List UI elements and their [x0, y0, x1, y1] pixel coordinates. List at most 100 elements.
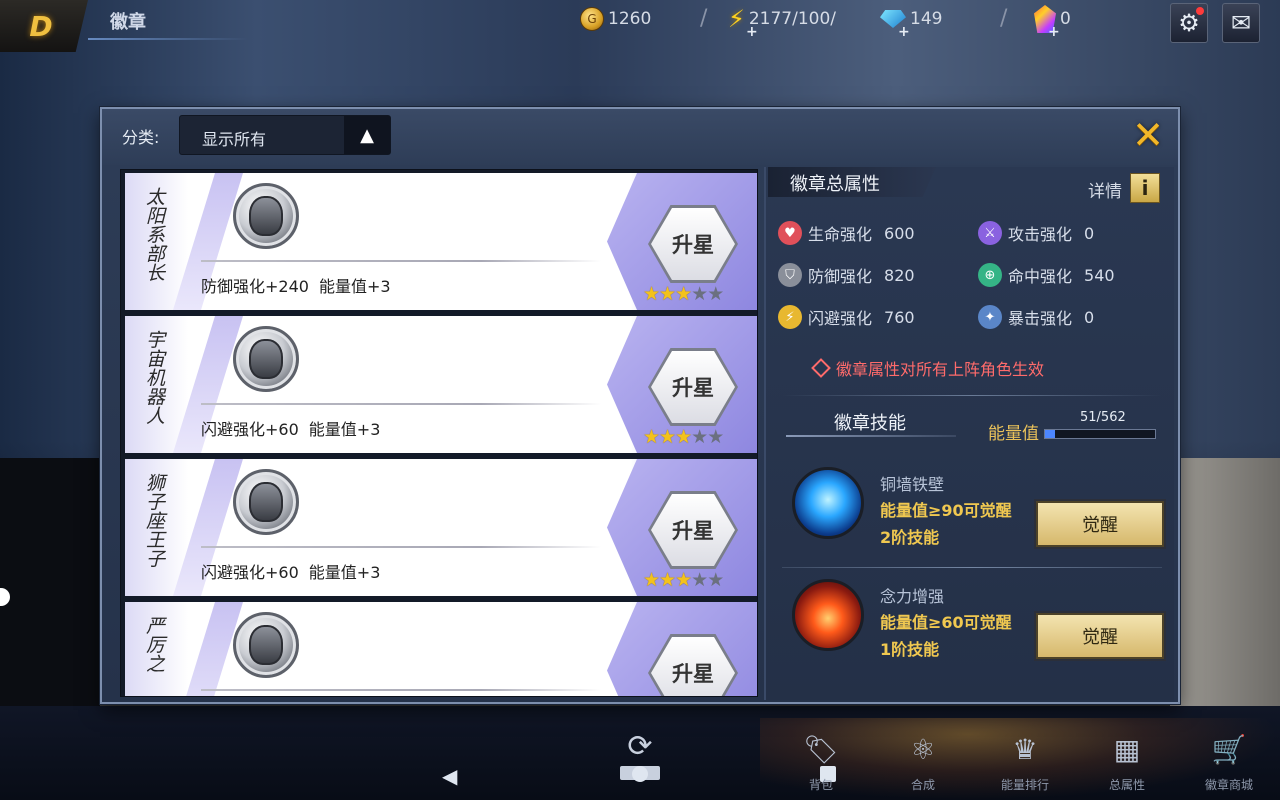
badge-name: 宇宙机器人: [143, 330, 165, 425]
back-logo-button[interactable]: D: [0, 0, 88, 52]
energy-progress-fill: [1045, 430, 1055, 438]
stat-defense: ⛉ 防御强化 820: [778, 263, 915, 287]
close-icon[interactable]: ✕: [1128, 115, 1168, 155]
category-select[interactable]: 显示所有 ▲: [179, 115, 391, 155]
heart-icon: ♥: [778, 221, 802, 245]
system-back-icon[interactable]: ◀: [442, 764, 457, 788]
skill-item: 铜墙铁壁 能量值≥90可觉醒2阶技能 觉醒: [790, 467, 1170, 567]
bolt-icon: ⚡: [778, 305, 802, 329]
rank-banner-icon: ♛: [1012, 733, 1038, 766]
title-underline: [88, 38, 248, 40]
gem-currency: 149: [880, 4, 942, 34]
skill-item: 念力增强 能量值≥60可觉醒1阶技能 觉醒: [790, 579, 1170, 679]
energy-label: 能量值: [988, 424, 1039, 444]
badge-card[interactable]: 宇宙机器人 闪避强化+60 能量值+3 升星 ★★★★★: [125, 316, 757, 453]
star-empty-icon: ★: [707, 569, 724, 591]
badge-name: 狮子座王子: [143, 473, 165, 568]
star-filled-icon: ★: [643, 283, 660, 305]
stat-attack: ⚔ 攻击强化 0: [978, 221, 1094, 245]
diamond-icon: [811, 358, 831, 378]
badge-attribute: 闪避强化+60 能量值+3: [201, 563, 381, 582]
mail-button[interactable]: ✉: [1222, 3, 1260, 43]
crystal-value: 0: [1060, 9, 1071, 29]
star-rating: ★★★★★: [643, 283, 724, 305]
star-rating: ★★★★★: [643, 426, 724, 448]
add-crystal-icon[interactable]: +: [1048, 24, 1060, 40]
summary-title: 徽章总属性: [790, 174, 880, 195]
star-filled-icon: ★: [675, 283, 692, 305]
stat-critical: ✦ 暴击强化 0: [978, 305, 1094, 329]
skill-desc: 能量值≥60可觉醒1阶技能: [880, 613, 1012, 659]
settings-button[interactable]: ⚙: [1170, 3, 1208, 43]
star-filled-icon: ★: [675, 426, 692, 448]
burst-icon: ✦: [978, 305, 1002, 329]
star-filled-icon: ★: [643, 569, 660, 591]
add-stamina-icon[interactable]: +: [746, 24, 758, 40]
badge-summary-panel: 徽章总属性 详情 i ♥ 生命强化 600 ⚔ 攻击强化 0 ⛉ 防御强化 82…: [764, 167, 1174, 700]
notification-dot: [1196, 7, 1204, 15]
system-home-icon[interactable]: [632, 766, 648, 782]
coin-value: 1260: [608, 9, 652, 29]
star-empty-icon: ★: [707, 426, 724, 448]
top-bar: D 徽章 G 1260 / ⚡ 2177/100/ + 149 + / 0 + …: [0, 0, 1280, 52]
mail-icon: ✉: [1230, 9, 1252, 37]
panel-header: 分类: 显示所有 ▲ ✕: [102, 109, 1178, 165]
coin-currency: G 1260: [580, 4, 651, 34]
separator: /: [700, 6, 708, 31]
stat-hp: ♥ 生命强化 600: [778, 221, 915, 245]
energy-value: 51/562: [1080, 410, 1126, 425]
star-empty-icon: ★: [691, 283, 708, 305]
category-value: 显示所有: [202, 130, 267, 149]
nav-total-attr[interactable]: ▦ 总属性: [1082, 730, 1172, 793]
sword-icon: ⚔: [978, 221, 1002, 245]
badge-card[interactable]: 太阳系部长 防御强化+240 能量值+3 升星 ★★★★★: [125, 173, 757, 310]
badge-name: 严厉之: [143, 616, 165, 673]
badge-attribute: 闪避强化+60 能量值+3: [201, 420, 381, 439]
awaken-button[interactable]: 觉醒: [1036, 501, 1164, 547]
star-empty-icon: ★: [691, 426, 708, 448]
skill-section-title: 徽章技能: [834, 413, 906, 434]
chevron-up-icon[interactable]: ▲: [344, 116, 390, 154]
skill-name: 铜墙铁壁: [880, 475, 945, 494]
combine-icon: ⚛: [910, 733, 936, 766]
stat-accuracy: ⊕ 命中强化 540: [978, 263, 1115, 287]
badge-list[interactable]: 太阳系部长 防御强化+240 能量值+3 升星 ★★★★★ 宇宙机器人 闪避强化+…: [120, 169, 758, 697]
stamina-currency: ⚡ 2177/100/: [728, 4, 836, 34]
logo-letter: D: [29, 9, 53, 43]
stamina-value: 2177/100/: [748, 9, 837, 29]
star-filled-icon: ★: [659, 569, 676, 591]
summary-tab: 徽章总属性: [768, 167, 936, 197]
badge-medal-icon: [233, 183, 299, 249]
badge-card[interactable]: 狮子座王子 闪避强化+60 能量值+3 升星 ★★★★★: [125, 459, 757, 596]
star-rating: ★★★★★: [643, 569, 724, 591]
info-icon[interactable]: i: [1130, 173, 1160, 203]
bag-icon: 🏷: [803, 733, 839, 766]
star-empty-icon: ★: [691, 569, 708, 591]
cart-icon: 🛒: [1211, 733, 1247, 766]
star-filled-icon: ★: [659, 283, 676, 305]
nav-shop[interactable]: 🛒 徽章商城: [1184, 730, 1274, 793]
stat-dodge: ⚡ 闪避强化 760: [778, 305, 915, 329]
awaken-button[interactable]: 觉醒: [1036, 613, 1164, 659]
badge-medal-icon: [233, 612, 299, 678]
detail-label[interactable]: 详情: [1088, 177, 1122, 202]
badge-medal-icon: [233, 469, 299, 535]
star-empty-icon: ★: [707, 283, 724, 305]
category-label: 分类:: [122, 128, 160, 147]
refresh-icon: ⟳: [627, 729, 653, 764]
grid-icon: ▦: [1113, 733, 1141, 766]
flame-skill-icon: [792, 579, 864, 651]
add-gem-icon[interactable]: +: [898, 24, 910, 40]
badge-attribute: 防御强化+240 能量值+3: [201, 277, 391, 296]
gem-value: 149: [910, 9, 943, 29]
badge-card[interactable]: 严厉之 升星: [125, 602, 757, 696]
background-left-shadow: [0, 458, 100, 708]
nav-combine[interactable]: ⚛ 合成: [878, 730, 968, 793]
nav-bag[interactable]: 🏷 背包: [776, 730, 866, 793]
nav-energy-rank[interactable]: ♛ 能量排行: [980, 730, 1070, 793]
skill-desc: 能量值≥90可觉醒2阶技能: [880, 501, 1012, 547]
badge-medal-icon: [233, 326, 299, 392]
crosshair-icon: ⊕: [978, 263, 1002, 287]
coin-icon: G: [580, 7, 604, 31]
separator: /: [1000, 6, 1008, 31]
